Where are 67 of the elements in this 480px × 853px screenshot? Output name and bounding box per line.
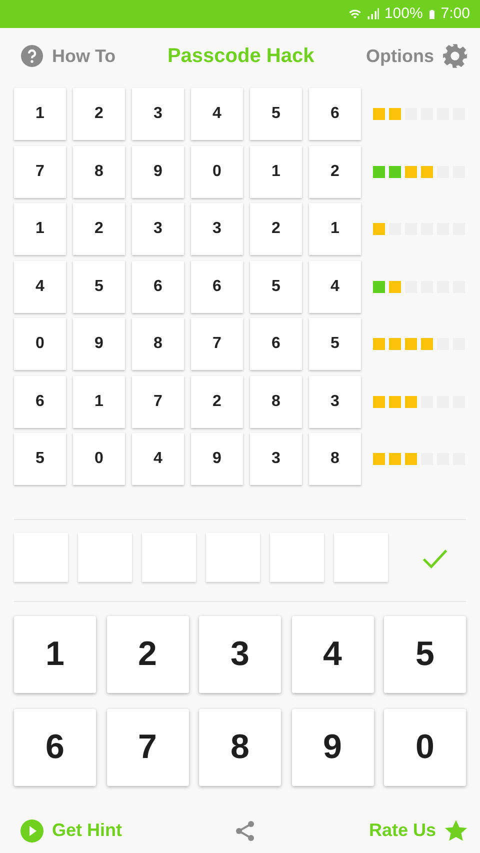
guess-digit: 2: [250, 203, 302, 255]
guess-digit: 1: [250, 146, 302, 198]
guess-digit: 4: [309, 260, 361, 312]
keypad-key[interactable]: 1: [14, 616, 96, 693]
guess-digit: 8: [250, 376, 302, 428]
guess-digit: 9: [191, 433, 243, 485]
guess-digit: 5: [250, 88, 302, 140]
guess-digit: 3: [132, 88, 184, 140]
play-icon: [20, 818, 44, 842]
help-icon: [20, 44, 44, 68]
guess-digit: 5: [250, 260, 302, 312]
keypad-key[interactable]: 7: [106, 709, 188, 786]
app-title: Passcode Hack: [167, 44, 314, 69]
guess-digit: 5: [14, 433, 66, 485]
guess-digit: 0: [14, 318, 66, 370]
keypad-key[interactable]: 3: [199, 616, 281, 693]
guess-digit: 2: [73, 88, 125, 140]
keypad-key[interactable]: 6: [14, 709, 96, 786]
guess-digit: 7: [14, 146, 66, 198]
guess-digit: 8: [132, 318, 184, 370]
keypad-key[interactable]: 9: [292, 709, 374, 786]
guess-digit: 2: [191, 376, 243, 428]
guess-digit: 8: [309, 433, 361, 485]
guess-digit: 5: [73, 260, 125, 312]
guess-digit: 5: [309, 318, 361, 370]
battery-percent: 100%: [384, 4, 423, 24]
keypad-key[interactable]: 4: [292, 616, 374, 693]
guess-digit: 1: [14, 203, 66, 255]
guess-digit: 3: [309, 376, 361, 428]
input-slot[interactable]: [78, 533, 132, 582]
guess-digit: 2: [309, 146, 361, 198]
input-slot[interactable]: [142, 533, 196, 582]
guess-digit: 4: [132, 433, 184, 485]
guess-digit: 3: [250, 433, 302, 485]
keypad-key[interactable]: 5: [384, 616, 466, 693]
guess-digit: 3: [132, 203, 184, 255]
guess-digit: 9: [132, 146, 184, 198]
guess-digit: 7: [191, 318, 243, 370]
guess-digit: 6: [14, 376, 66, 428]
guess-digit: 6: [191, 260, 243, 312]
guess-digit: 4: [14, 260, 66, 312]
input-slot[interactable]: [206, 533, 260, 582]
guess-digit: 3: [191, 203, 243, 255]
guess-digit: 9: [73, 318, 125, 370]
input-slot[interactable]: [14, 533, 68, 582]
guess-digit: 0: [191, 146, 243, 198]
input-slot[interactable]: [270, 533, 324, 582]
keypad-key[interactable]: 2: [106, 616, 188, 693]
guess-digit: 2: [73, 203, 125, 255]
signal-icon: [366, 7, 380, 21]
guess-digit: 7: [132, 376, 184, 428]
guess-digit: 6: [250, 318, 302, 370]
guess-digit: 0: [73, 433, 125, 485]
wifi-icon: [348, 7, 362, 21]
clock: 7:00: [440, 4, 470, 24]
guess-digit: 1: [73, 376, 125, 428]
guess-digit: 6: [132, 260, 184, 312]
keypad-key[interactable]: 0: [384, 709, 466, 786]
star-icon: [444, 818, 468, 842]
settings-icon: [442, 43, 468, 69]
guess-digit: 1: [14, 88, 66, 140]
input-slot[interactable]: [334, 533, 388, 582]
guess-digit: 8: [73, 146, 125, 198]
guess-digit: 6: [309, 88, 361, 140]
keypad-key[interactable]: 8: [199, 709, 281, 786]
guess-digit: 1: [309, 203, 361, 255]
guess-digit: 4: [191, 88, 243, 140]
